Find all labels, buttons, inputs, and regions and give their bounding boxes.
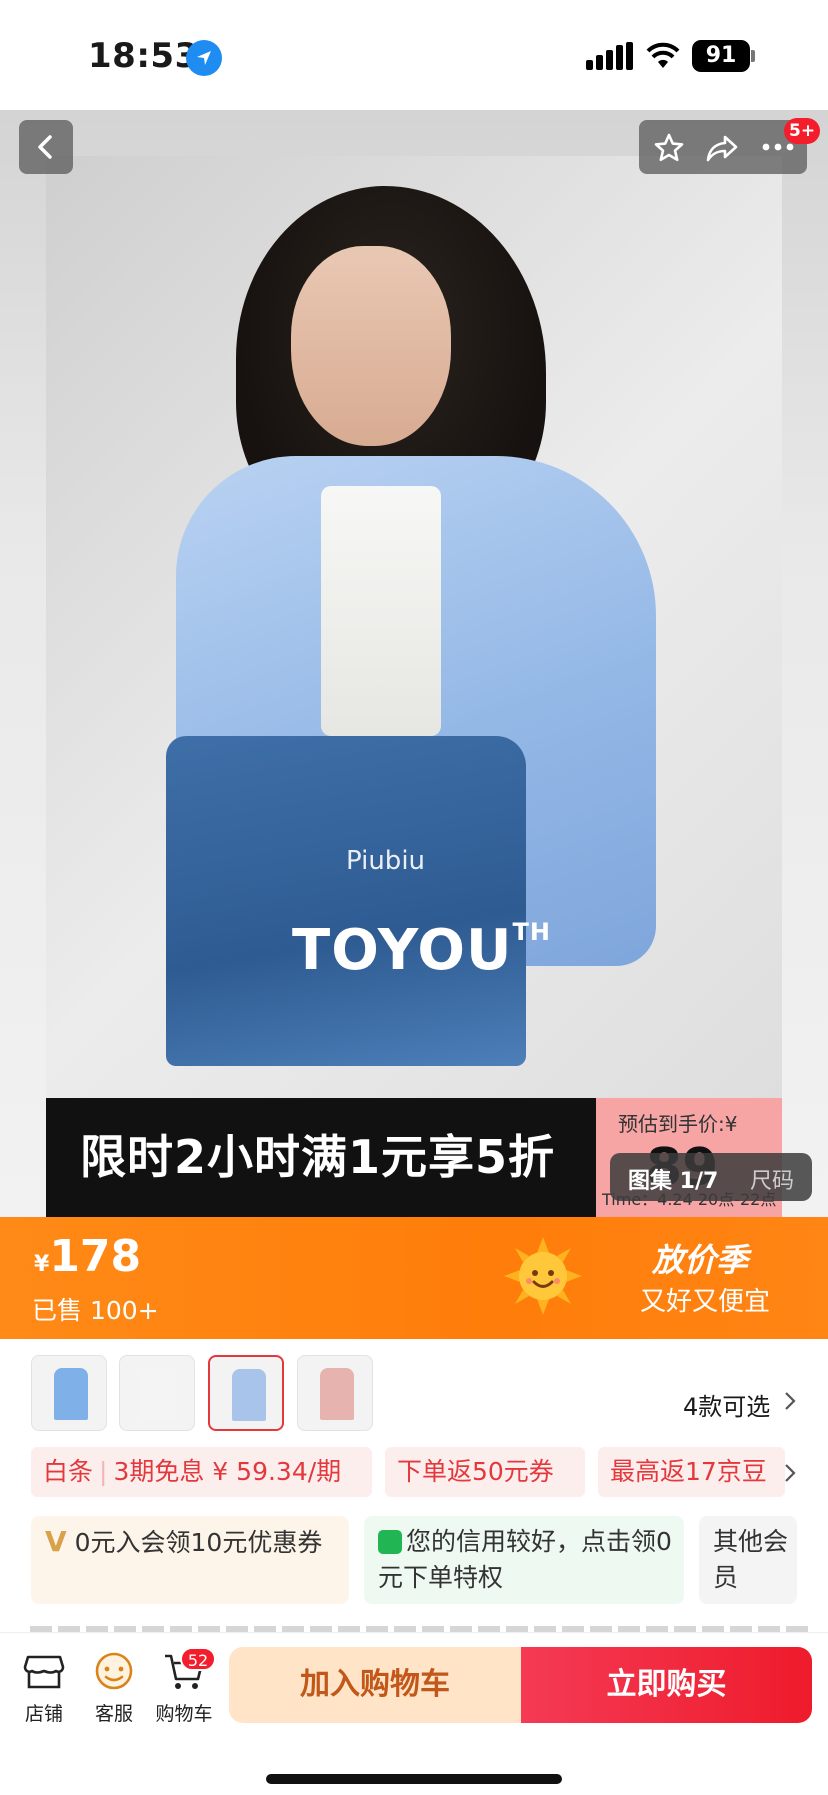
variant-swatch	[142, 1368, 176, 1420]
variant-swatch	[54, 1368, 88, 1420]
cart-count-badge: 52	[180, 1647, 216, 1671]
status-time: 18:53	[88, 36, 199, 76]
coupon-separator: |	[99, 1457, 108, 1486]
wifi-icon	[645, 40, 681, 74]
cart-label: 购物车	[155, 1703, 213, 1725]
variant-thumb-2[interactable]	[119, 1355, 195, 1431]
price-bar: ¥178 已售 100+ 放价季 又好又便宜	[0, 1217, 828, 1339]
service-label: 客服	[94, 1703, 133, 1725]
variant-swatch	[320, 1368, 354, 1420]
status-bar: 18:53 91	[0, 0, 828, 110]
gallery-switcher[interactable]: 图集 1/7 尺码	[610, 1153, 812, 1201]
baitiao-coupon[interactable]: 白条 | 3期免息 ¥ 59.34/期	[31, 1447, 372, 1497]
cellular-signal-icon	[586, 42, 633, 70]
product-photo	[46, 156, 782, 1216]
battery-indicator: 91	[692, 40, 750, 72]
return-coupon[interactable]: 下单返50元券	[385, 1447, 585, 1497]
brand-name: TOYOU	[292, 918, 513, 983]
chevron-left-icon	[38, 135, 52, 159]
chevron-right-icon	[784, 1391, 796, 1415]
sold-count: 已售 100+	[32, 1296, 159, 1325]
v-logo-icon: V	[45, 1525, 67, 1558]
size-tab[interactable]: 尺码	[750, 1163, 794, 1195]
credit-text: 您的信用较好，点击领0元下单特权	[378, 1527, 672, 1592]
season-subtitle: 又好又便宜	[640, 1287, 771, 1317]
variant-thumb-3[interactable]	[208, 1355, 284, 1431]
store-icon	[23, 1655, 65, 1689]
shop-button[interactable]: 店铺	[12, 1651, 76, 1726]
home-indicator	[266, 1774, 562, 1784]
variant-selector: 4款可选	[0, 1339, 828, 1439]
member-card[interactable]: V 0元入会领10元优惠券	[31, 1516, 349, 1604]
variant-thumb-4[interactable]	[297, 1355, 373, 1431]
sun-mascot-icon	[502, 1235, 584, 1317]
watermark-piubiu: Piubiu	[346, 846, 426, 876]
gallery-tab[interactable]: 图集 1/7	[628, 1163, 718, 1195]
customer-service-icon	[95, 1652, 133, 1690]
promo-banner: 限时2小时满1元享5折	[46, 1098, 596, 1217]
chevron-right-icon	[784, 1463, 796, 1487]
coupon-label: 白条	[43, 1457, 94, 1486]
currency-symbol: ¥	[34, 1252, 50, 1277]
battery-tip	[751, 50, 755, 62]
model-face	[291, 246, 451, 446]
brand-sup: TH	[512, 918, 551, 946]
benefit-cards: V 0元入会领10元优惠券 您的信用较好，点击领0元下单特权 其他会员	[0, 1516, 828, 1608]
notification-badge: 5+	[784, 118, 821, 144]
watermark-brand: TOYOUTH	[292, 918, 551, 983]
bottom-action-bar: 店铺 客服 购物车 52 加入购物车 立即购买	[0, 1632, 828, 1795]
add-to-cart-button[interactable]: 加入购物车	[229, 1647, 521, 1723]
price: ¥178	[34, 1231, 141, 1282]
other-members-card[interactable]: 其他会员	[699, 1516, 797, 1604]
back-button[interactable]	[19, 120, 73, 174]
variant-count[interactable]: 4款可选	[683, 1387, 770, 1422]
jingdou-coupon[interactable]: 最高返17京豆	[598, 1447, 785, 1497]
model-top	[321, 486, 441, 736]
variant-thumb-1[interactable]	[31, 1355, 107, 1431]
coupon-detail: 3期免息 ¥ 59.34/期	[113, 1457, 342, 1486]
service-button[interactable]: 客服	[82, 1651, 146, 1726]
top-actions	[639, 120, 807, 174]
location-arrow-icon	[186, 40, 222, 76]
price-value: 178	[49, 1231, 142, 1282]
credit-card[interactable]: 您的信用较好，点击领0元下单特权	[364, 1516, 684, 1604]
share-icon[interactable]	[705, 132, 739, 168]
shield-icon	[378, 1530, 402, 1554]
other-members-text: 其他会员	[713, 1527, 789, 1592]
shop-label: 店铺	[24, 1703, 63, 1725]
buy-now-button[interactable]: 立即购买	[521, 1647, 812, 1723]
member-text: 0元入会领10元优惠券	[74, 1528, 323, 1557]
season-title: 放价季	[652, 1241, 749, 1279]
variant-swatch	[232, 1369, 266, 1421]
model-jeans	[166, 736, 526, 1066]
estimate-label: 预估到手价:¥	[618, 1112, 738, 1136]
coupon-row: 白条 | 3期免息 ¥ 59.34/期 下单返50元券 最高返17京豆	[0, 1447, 828, 1499]
favorite-star-icon[interactable]	[653, 132, 685, 168]
product-image-carousel[interactable]: Piubiu TOYOUTH 限时2小时满1元享5折 预估到手价:¥ 89 Ti…	[0, 110, 828, 1217]
